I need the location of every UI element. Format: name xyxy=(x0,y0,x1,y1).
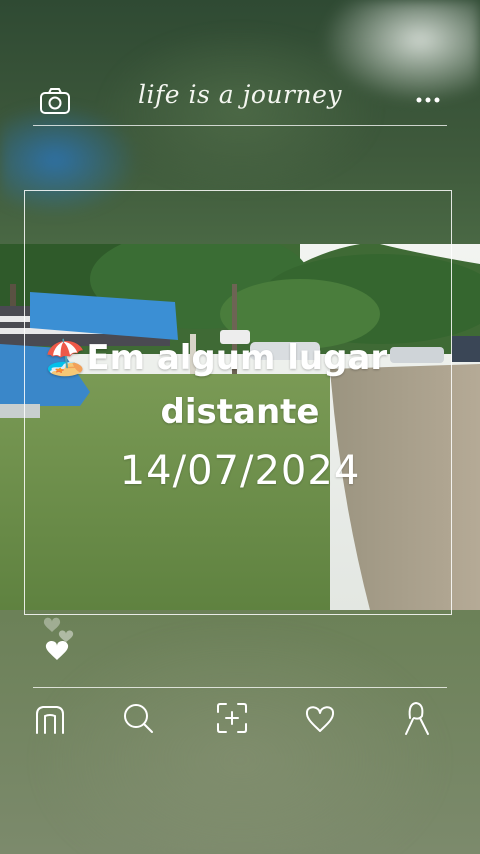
profile-icon[interactable] xyxy=(398,700,434,736)
nav-divider xyxy=(33,687,447,688)
location-line-1: 🏖️Em algum lugar xyxy=(44,338,387,378)
location-text-1: Em algum lugar xyxy=(86,338,388,378)
bottom-nav xyxy=(0,690,480,750)
header-divider xyxy=(33,125,447,126)
beach-umbrella-icon: 🏖️ xyxy=(44,338,87,378)
home-icon[interactable] xyxy=(32,700,68,736)
location-line-2: distante xyxy=(160,392,320,432)
add-icon[interactable] xyxy=(214,700,250,736)
app-title: life is a journey xyxy=(138,80,342,109)
header: life is a journey xyxy=(0,0,480,130)
search-icon[interactable] xyxy=(120,700,156,736)
post-date: 14/07/2024 xyxy=(119,448,361,494)
heart-icon[interactable] xyxy=(302,700,338,736)
more-dots-icon[interactable] xyxy=(410,88,446,112)
hearts-icon[interactable] xyxy=(40,612,80,668)
